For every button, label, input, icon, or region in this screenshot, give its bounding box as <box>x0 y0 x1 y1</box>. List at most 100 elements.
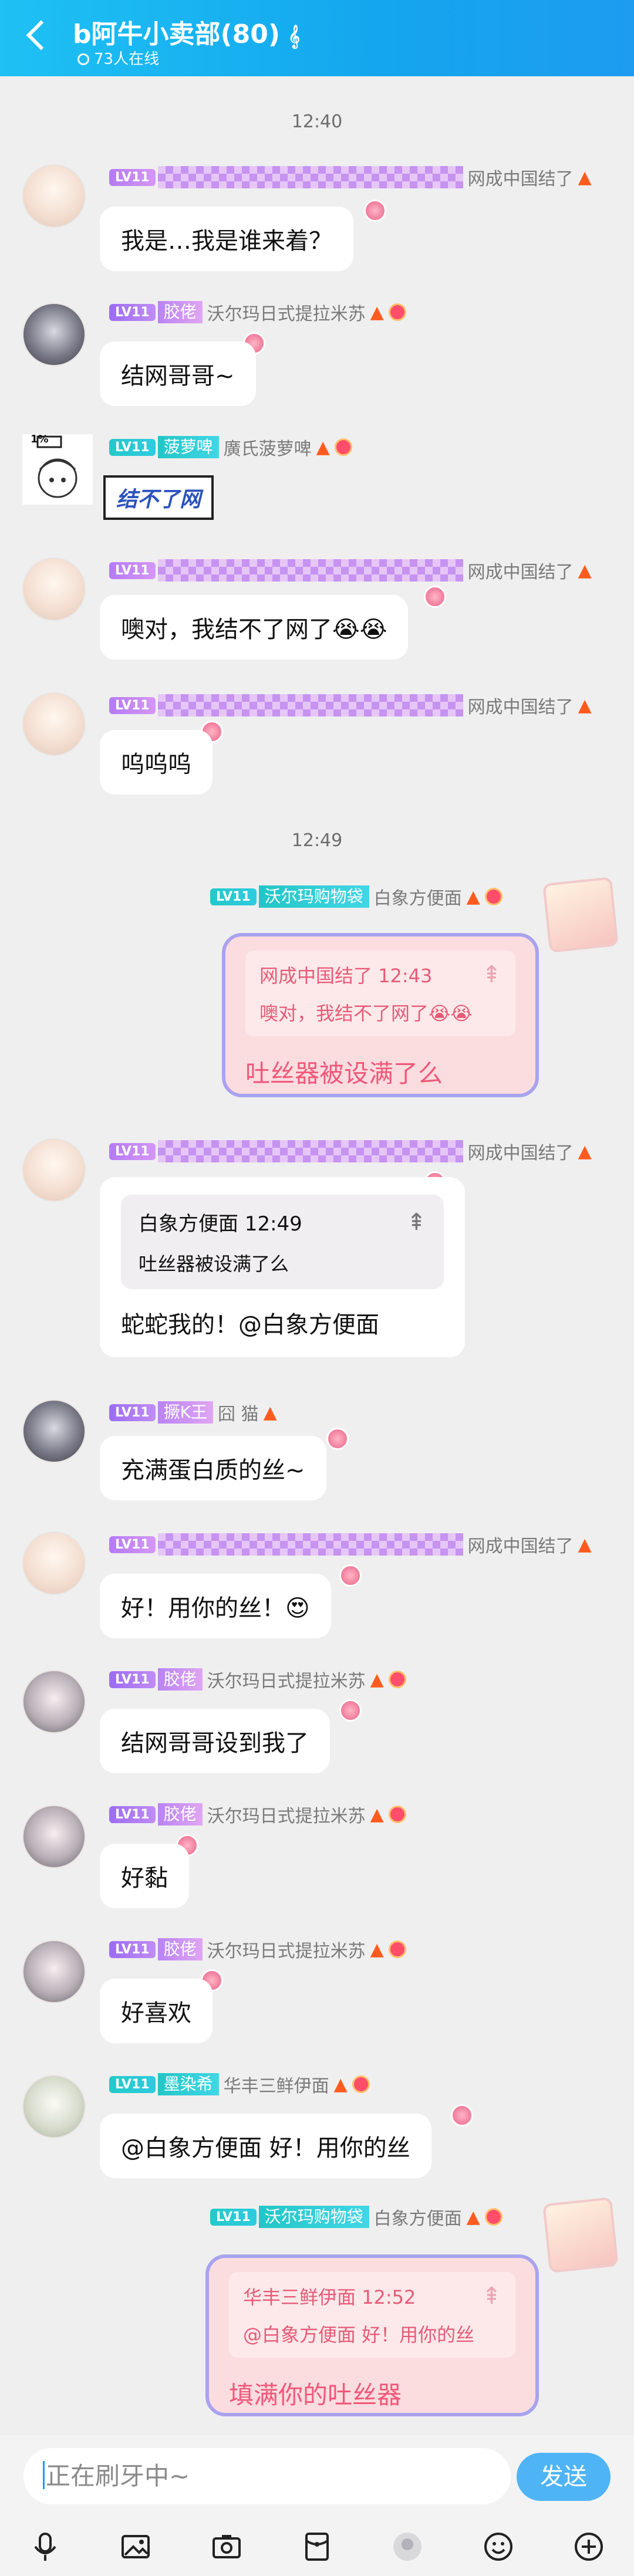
emoji-icon[interactable] <box>481 2529 516 2564</box>
message-bubble[interactable]: 好黏 <box>100 1844 189 1908</box>
flame-icon: ▲ <box>333 2074 348 2095</box>
medal-icon <box>484 888 503 905</box>
jump-to-icon[interactable]: ⇞ <box>406 1209 426 1236</box>
sender-name[interactable]: 沃尔玛日式提拉米苏 <box>207 299 366 325</box>
ear-icon[interactable]: 𝄞 <box>288 25 300 48</box>
microphone-icon[interactable] <box>28 2529 63 2564</box>
back-icon[interactable] <box>26 20 56 50</box>
avatar[interactable] <box>22 1138 86 1202</box>
flame-icon: ▲ <box>578 1141 592 1162</box>
message-input[interactable]: 正在刷牙中~ <box>23 2448 511 2504</box>
avatar[interactable] <box>542 877 619 953</box>
timestamp: 12:49 <box>291 830 343 851</box>
sender-name[interactable]: 囧 猫 <box>218 1399 259 1425</box>
medal-icon <box>388 1806 406 1823</box>
flame-icon: ▲ <box>316 437 330 458</box>
sender-name[interactable]: 网成中国结了 <box>468 1138 574 1164</box>
quoted-message[interactable]: 华丰三鲜伊面 12:52 ⇞ @白象方便面 好！用你的丝 <box>229 2272 515 2358</box>
sender-name[interactable]: 沃尔玛日式提拉米苏 <box>207 1936 366 1962</box>
sender-name[interactable]: 白象方便面 <box>374 884 462 910</box>
avatar[interactable] <box>22 1532 86 1595</box>
message-bubble[interactable]: 白象方便面 12:49 ⇞ 吐丝器被设满了么 蛇蛇我的！@白象方便面 <box>100 1177 465 1357</box>
sender-name[interactable]: 沃尔玛日式提拉米苏 <box>207 1801 366 1827</box>
quote-author: 网成中国结了 12:43 <box>259 965 433 987</box>
flame-icon: ▲ <box>370 302 384 323</box>
title-tag: 胶佬 <box>157 301 203 323</box>
title-decoration <box>157 1533 463 1556</box>
sender-name[interactable]: 廣氏菠萝啤 <box>224 434 312 460</box>
avatar-icon[interactable] <box>390 2529 425 2564</box>
sender-name[interactable]: 白象方便面 <box>374 2204 462 2230</box>
timestamp: 12:40 <box>291 111 343 132</box>
avatar[interactable] <box>22 1940 86 2003</box>
level-badge: LV11 <box>109 2075 156 2093</box>
message-bubble[interactable]: 网成中国结了 12:43 ⇞ 噢对，我结不了网了😭😭 吐丝器被设满了么 <box>222 933 539 1097</box>
quoted-message[interactable]: 网成中国结了 12:43 ⇞ 噢对，我结不了网了😭😭 <box>245 951 515 1036</box>
message-text: 吐丝器被设满了么 <box>245 1059 443 1088</box>
avatar[interactable] <box>22 164 86 228</box>
sender-name[interactable]: 网成中国结了 <box>468 164 574 190</box>
medal-icon <box>388 1941 406 1958</box>
title-decoration <box>157 559 463 582</box>
image-icon[interactable] <box>118 2529 153 2564</box>
message-bubble[interactable]: 好！用你的丝！😍 <box>100 1574 331 1638</box>
avatar[interactable] <box>22 1670 86 1733</box>
avatar[interactable] <box>22 2075 86 2138</box>
avatar[interactable] <box>542 2197 619 2273</box>
sender-name[interactable]: 网成中国结了 <box>468 1532 574 1557</box>
message-bubble[interactable]: 结网哥哥设到我了 <box>100 1709 330 1773</box>
bubble-decoration-icon <box>339 1564 362 1587</box>
message-bubble[interactable]: 噢对，我结不了网了😭😭 <box>100 595 409 660</box>
group-title[interactable]: b阿牛小卖部(80) 𝄞 <box>73 13 300 50</box>
level-badge: LV11 <box>109 1404 156 1421</box>
flame-icon: ▲ <box>370 1669 384 1690</box>
bubble-decoration-icon <box>339 1699 362 1722</box>
quote-text: @白象方便面 好！用你的丝 <box>243 2324 475 2346</box>
sender-name[interactable]: 网成中国结了 <box>468 557 574 583</box>
sender-name[interactable]: 华丰三鲜伊面 <box>224 2071 329 2097</box>
plus-icon[interactable] <box>571 2529 606 2564</box>
quoted-message[interactable]: 白象方便面 12:49 ⇞ 吐丝器被设满了么 <box>121 1195 444 1289</box>
avatar[interactable] <box>22 692 86 756</box>
flame-icon: ▲ <box>263 1402 277 1423</box>
avatar[interactable] <box>22 303 86 366</box>
sender-name[interactable]: 网成中国结了 <box>468 692 574 718</box>
message-bubble[interactable]: @白象方便面 好！用你的丝 <box>100 2114 431 2178</box>
title-tag: 撅K王 <box>157 1401 214 1424</box>
sender-name[interactable]: 沃尔玛日式提拉米苏 <box>207 1666 366 1692</box>
flame-icon: ▲ <box>466 2206 480 2227</box>
input-placeholder: 正在刷牙中~ <box>46 2462 190 2490</box>
medal-icon <box>388 303 406 321</box>
medal-icon <box>334 438 352 456</box>
red-packet-icon[interactable] <box>299 2529 335 2564</box>
camera-icon[interactable] <box>209 2529 244 2564</box>
level-badge: LV11 <box>109 1536 156 1553</box>
avatar[interactable] <box>22 1399 86 1463</box>
level-badge: LV11 <box>109 303 156 321</box>
input-toolbar <box>0 2517 634 2576</box>
title-tag: 胶佬 <box>157 1668 203 1691</box>
title-decoration <box>157 1140 463 1162</box>
message-bubble[interactable]: 结网哥哥~ <box>100 342 256 406</box>
medal-icon <box>484 2208 503 2226</box>
avatar[interactable] <box>22 1805 86 1868</box>
message-bubble[interactable]: 呜呜呜 <box>100 730 213 795</box>
sticker-image[interactable]: 结不了网 <box>103 475 214 520</box>
avatar[interactable] <box>22 557 86 621</box>
message-text: 填满你的吐丝器 <box>229 2381 402 2409</box>
level-badge: LV11 <box>109 168 156 186</box>
title-tag: 墨染希 <box>157 2073 219 2095</box>
group-title-text: b阿牛小卖部(80) <box>73 19 280 49</box>
message-bubble[interactable]: 华丰三鲜伊面 12:52 ⇞ @白象方便面 好！用你的丝 填满你的吐丝器 <box>205 2254 539 2416</box>
bubble-decoration-icon <box>451 2104 473 2127</box>
send-button[interactable]: 发送 <box>517 2453 611 2501</box>
jump-to-icon[interactable]: ⇞ <box>481 961 501 988</box>
message-bubble[interactable]: 我是…我是谁来着？ <box>100 207 353 271</box>
message-bubble[interactable]: 充满蛋白质的丝~ <box>100 1436 326 1500</box>
message-bubble[interactable]: 好喜欢 <box>100 1979 213 2043</box>
title-tag: 胶佬 <box>157 1938 203 1960</box>
level-badge: LV11 <box>109 1806 156 1823</box>
flame-icon: ▲ <box>578 1534 592 1555</box>
jump-to-icon[interactable]: ⇞ <box>481 2283 501 2310</box>
level-badge: LV11 <box>109 1142 156 1160</box>
